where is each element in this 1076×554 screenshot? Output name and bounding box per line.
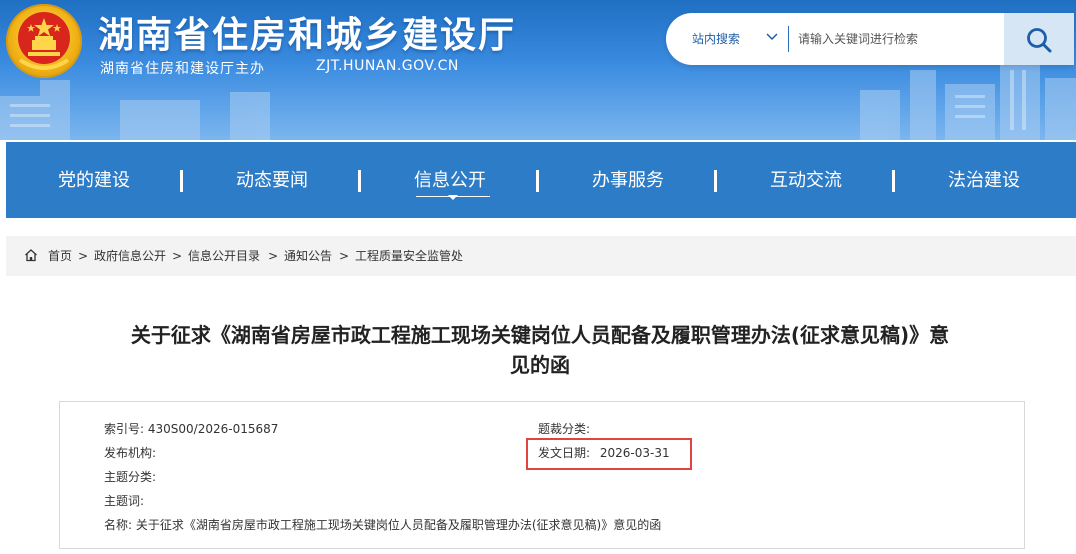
search-icon <box>1027 28 1052 53</box>
nav-item-info-disclosure[interactable]: 信息公开 <box>392 142 508 218</box>
site-title: 湖南省住房和城乡建设厅 <box>98 15 517 56</box>
meta-index-label: 索引号: <box>104 422 145 436</box>
meta-name-value: 关于征求《湖南省房屋市政工程施工现场关键岗位人员配备及履职管理办法(征求意见稿)… <box>135 518 662 532</box>
meta-topic-label: 主题分类: <box>104 470 157 484</box>
nav-active-caret-icon <box>448 195 458 200</box>
national-emblem-icon <box>6 4 82 78</box>
breadcrumb-separator: > <box>172 249 183 263</box>
search-button[interactable] <box>1004 13 1074 65</box>
nav-item-party-building[interactable]: 党的建设 <box>36 142 152 218</box>
meta-date: 发文日期: 2026-03-31 <box>538 444 670 461</box>
search-input[interactable] <box>796 25 1000 53</box>
nav-item-news[interactable]: 动态要闻 <box>214 142 330 218</box>
meta-subject-category-label: 题裁分类: <box>538 422 591 436</box>
search-box: 站内搜索 <box>666 13 1074 65</box>
meta-keywords-label: 主题词: <box>104 494 145 508</box>
meta-keywords: 主题词: <box>104 492 144 509</box>
meta-publisher-label: 发布机构: <box>104 446 157 460</box>
main-nav: 党的建设 动态要闻 信息公开 办事服务 互动交流 法治建设 <box>6 142 1076 218</box>
breadcrumb-item-gov-info[interactable]: 政府信息公开 <box>94 236 166 276</box>
meta-date-label: 发文日期: <box>538 446 591 460</box>
meta-index-value: 430S00/2026-015687 <box>147 422 279 436</box>
nav-item-rule-of-law[interactable]: 法治建设 <box>926 142 1042 218</box>
nav-separator <box>714 170 717 192</box>
nav-item-services[interactable]: 办事服务 <box>570 142 686 218</box>
breadcrumb-separator: > <box>268 249 279 263</box>
nav-separator <box>892 170 895 192</box>
breadcrumb-separator: > <box>339 249 350 263</box>
article-title-line2: 见的函 <box>510 353 570 377</box>
site-url: ZJT.HUNAN.GOV.CN <box>316 58 459 74</box>
article-title: 关于征求《湖南省房屋市政工程施工现场关键岗位人员配备及履职管理办法(征求意见稿)… <box>60 320 1020 380</box>
nav-separator <box>358 170 361 192</box>
meta-subject-category: 题裁分类: <box>538 420 590 437</box>
meta-date-value: 2026-03-31 <box>599 446 670 460</box>
site-header: 湖南省住房和城乡建设厅 湖南省住房和建设厅主办 ZJT.HUNAN.GOV.CN… <box>0 0 1076 140</box>
breadcrumb-item-dept[interactable]: 工程质量安全监管处 <box>355 236 463 276</box>
nav-item-interaction[interactable]: 互动交流 <box>748 142 864 218</box>
chevron-down-icon[interactable] <box>766 33 778 41</box>
article-title-line1: 关于征求《湖南省房屋市政工程施工现场关键岗位人员配备及履职管理办法(征求意见稿)… <box>130 323 950 347</box>
search-scope-select[interactable]: 站内搜索 <box>692 30 740 47</box>
meta-publisher: 发布机构: <box>104 444 156 461</box>
breadcrumb: 首页 > 政府信息公开 > 信息公开目录 > 通知公告 > 工程质量安全监管处 <box>6 236 1076 276</box>
breadcrumb-separator: > <box>78 249 89 263</box>
breadcrumb-item-home[interactable]: 首页 <box>48 236 72 276</box>
meta-name-label: 名称: <box>104 518 133 532</box>
nav-separator <box>536 170 539 192</box>
site-subtitle: 湖南省住房和建设厅主办 <box>100 61 265 77</box>
breadcrumb-item-notices[interactable]: 通知公告 <box>284 236 332 276</box>
home-icon[interactable] <box>24 248 38 262</box>
meta-topic: 主题分类: <box>104 468 156 485</box>
document-meta-box: 索引号: 430S00/2026-015687 题裁分类: 发布机构: 发文日期… <box>59 401 1025 549</box>
meta-name: 名称: 关于征求《湖南省房屋市政工程施工现场关键岗位人员配备及履职管理办法(征求… <box>104 516 661 533</box>
breadcrumb-item-catalog[interactable]: 信息公开目录 <box>188 236 260 276</box>
search-divider <box>788 26 789 52</box>
nav-separator <box>180 170 183 192</box>
meta-index: 索引号: 430S00/2026-015687 <box>104 420 278 437</box>
